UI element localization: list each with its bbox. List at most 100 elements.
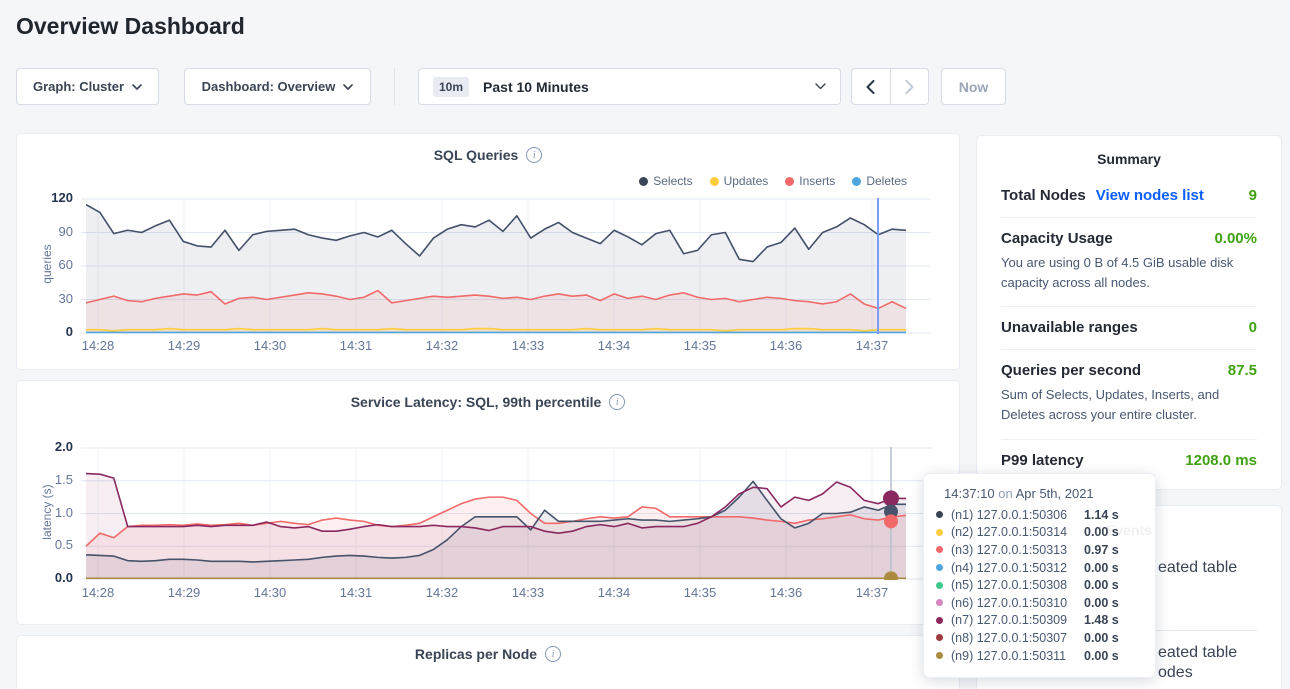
legend-dot bbox=[710, 177, 719, 186]
tooltip-node-value: 1.14 s bbox=[1084, 508, 1119, 522]
summary-row: Unavailable ranges 0 bbox=[1001, 307, 1257, 350]
node-color-dot bbox=[936, 546, 943, 553]
node-color-dot bbox=[936, 652, 943, 659]
summary-row-description: You are using 0 B of 4.5 GiB usable disk… bbox=[1001, 253, 1257, 293]
dashboard-dropdown-label: Dashboard: Overview bbox=[202, 79, 336, 94]
info-icon[interactable]: i bbox=[545, 646, 561, 662]
replicas-per-node-chart-card: Replicas per Node i bbox=[16, 635, 960, 689]
summary-row: Total NodesView nodes list9 bbox=[1001, 175, 1257, 218]
tooltip-node-address: (n4) 127.0.0.1:50312 bbox=[951, 561, 1084, 575]
graph-dropdown[interactable]: Graph: Cluster bbox=[16, 68, 159, 105]
tooltip-node-address: (n6) 127.0.0.1:50310 bbox=[951, 596, 1084, 610]
legend-label: Inserts bbox=[799, 174, 835, 188]
replicas-per-node-chart-title: Replicas per Node bbox=[415, 646, 537, 662]
summary-row-value: 1208.0 ms bbox=[1185, 452, 1257, 469]
legend-item-deletes[interactable]: Deletes bbox=[852, 174, 907, 188]
summary-row-label: P99 latency bbox=[1001, 452, 1084, 469]
node-color-dot bbox=[936, 529, 943, 536]
summary-row-label: Unavailable ranges bbox=[1001, 319, 1138, 336]
tooltip-timestamp: 14:37:10 on Apr 5th, 2021 bbox=[944, 486, 1141, 501]
time-range-picker[interactable]: 10m Past 10 Minutes bbox=[418, 68, 841, 105]
dashboard-dropdown[interactable]: Dashboard: Overview bbox=[184, 68, 371, 105]
page-title: Overview Dashboard bbox=[16, 13, 245, 40]
tooltip-node-value: 0.00 s bbox=[1084, 578, 1119, 592]
chevron-left-icon bbox=[866, 80, 875, 94]
tooltip-node-row: (n9) 127.0.0.1:503110.00 s bbox=[932, 647, 1141, 665]
x-axis-tick-label: 14:29 bbox=[162, 338, 206, 353]
tooltip-node-value: 0.00 s bbox=[1084, 631, 1119, 645]
x-axis-tick-label: 14:30 bbox=[248, 585, 292, 600]
event-item: eated table bbox=[1158, 559, 1237, 577]
tooltip-node-row: (n3) 127.0.0.1:503130.97 s bbox=[932, 541, 1141, 559]
node-color-dot bbox=[936, 634, 943, 641]
tooltip-node-address: (n2) 127.0.0.1:50314 bbox=[951, 525, 1084, 539]
node-color-dot bbox=[936, 599, 943, 606]
chevron-down-icon bbox=[815, 83, 826, 90]
summary-row-label: Queries per second bbox=[1001, 362, 1141, 379]
tooltip-node-address: (n8) 127.0.0.1:50307 bbox=[951, 631, 1084, 645]
tooltip-node-row: (n6) 127.0.0.1:503100.00 s bbox=[932, 594, 1141, 612]
x-axis-tick-label: 14:28 bbox=[76, 338, 120, 353]
legend-dot bbox=[852, 177, 861, 186]
tooltip-node-row: (n2) 127.0.0.1:503140.00 s bbox=[932, 524, 1141, 542]
x-axis-tick-label: 14:31 bbox=[334, 585, 378, 600]
legend-dot bbox=[785, 177, 794, 186]
x-axis-tick-label: 14:35 bbox=[678, 585, 722, 600]
chart-legend: Selects Updates Inserts Deletes bbox=[639, 174, 907, 188]
event-item: eated table bbox=[1158, 644, 1237, 662]
x-axis-tick-label: 14:28 bbox=[76, 585, 120, 600]
time-range-badge: 10m bbox=[433, 77, 469, 97]
chevron-right-icon bbox=[905, 80, 914, 94]
tooltip-node-address: (n1) 127.0.0.1:50306 bbox=[951, 508, 1084, 522]
summary-title: Summary bbox=[1001, 151, 1257, 167]
summary-panel: Summary Total NodesView nodes list9Capac… bbox=[976, 135, 1282, 490]
next-time-window-button[interactable] bbox=[891, 69, 929, 104]
legend-item-updates[interactable]: Updates bbox=[710, 174, 769, 188]
x-axis-tick-label: 14:34 bbox=[592, 585, 636, 600]
service-latency-chart-title: Service Latency: SQL, 99th percentile bbox=[351, 394, 602, 410]
x-axis-tick-label: 14:36 bbox=[764, 585, 808, 600]
legend-item-inserts[interactable]: Inserts bbox=[785, 174, 835, 188]
graph-dropdown-label: Graph: Cluster bbox=[33, 79, 124, 94]
sql-queries-chart-title: SQL Queries bbox=[434, 147, 519, 163]
tooltip-node-address: (n7) 127.0.0.1:50309 bbox=[951, 613, 1084, 627]
previous-time-window-button[interactable] bbox=[852, 69, 891, 104]
node-color-dot bbox=[936, 511, 943, 518]
summary-row-value: 87.5 bbox=[1228, 362, 1257, 379]
chevron-down-icon bbox=[343, 84, 353, 90]
x-axis-tick-label: 14:37 bbox=[850, 338, 894, 353]
legend-item-selects[interactable]: Selects bbox=[639, 174, 692, 188]
service-latency-plot-area[interactable] bbox=[81, 447, 931, 580]
tooltip-node-address: (n9) 127.0.0.1:50311 bbox=[951, 649, 1084, 663]
info-icon[interactable]: i bbox=[526, 147, 542, 163]
x-axis-tick-label: 14:35 bbox=[678, 338, 722, 353]
time-range-label: Past 10 Minutes bbox=[483, 79, 589, 95]
tooltip-node-row: (n5) 127.0.0.1:503080.00 s bbox=[932, 576, 1141, 594]
tooltip-node-row: (n8) 127.0.0.1:503070.00 s bbox=[932, 629, 1141, 647]
summary-row: Capacity Usage0.00%You are using 0 B of … bbox=[1001, 218, 1257, 307]
chevron-down-icon bbox=[132, 84, 142, 90]
legend-label: Updates bbox=[724, 174, 769, 188]
tooltip-node-address: (n5) 127.0.0.1:50308 bbox=[951, 578, 1084, 592]
summary-row: Queries per second 87.5 Sum of Selects, Up… bbox=[1001, 350, 1257, 439]
x-axis-tick-label: 14:31 bbox=[334, 338, 378, 353]
summary-row-label: Capacity Usage bbox=[1001, 230, 1113, 247]
x-axis-tick-label: 14:34 bbox=[592, 338, 636, 353]
summary-row-description: Sum of Selects, Updates, Inserts, and De… bbox=[1001, 385, 1257, 425]
tooltip-node-value: 0.00 s bbox=[1084, 525, 1119, 539]
tooltip-node-address: (n3) 127.0.0.1:50313 bbox=[951, 543, 1084, 557]
sql-queries-plot-area[interactable] bbox=[81, 198, 931, 334]
x-axis-tick-label: 14:36 bbox=[764, 338, 808, 353]
toolbar-separator bbox=[394, 68, 395, 105]
info-icon[interactable]: i bbox=[609, 394, 625, 410]
node-color-dot bbox=[936, 564, 943, 571]
view-nodes-list-link[interactable]: View nodes list bbox=[1096, 187, 1204, 204]
legend-label: Deletes bbox=[866, 174, 907, 188]
now-button[interactable]: Now bbox=[941, 68, 1006, 105]
summary-row-value: 0 bbox=[1249, 319, 1257, 336]
service-latency-chart-card: Service Latency: SQL, 99th percentile i … bbox=[16, 380, 960, 625]
tooltip-node-row: (n7) 127.0.0.1:503091.48 s bbox=[932, 612, 1141, 630]
x-axis-tick-label: 14:33 bbox=[506, 585, 550, 600]
tooltip-node-value: 0.00 s bbox=[1084, 649, 1119, 663]
summary-row-value: 9 bbox=[1249, 187, 1257, 204]
